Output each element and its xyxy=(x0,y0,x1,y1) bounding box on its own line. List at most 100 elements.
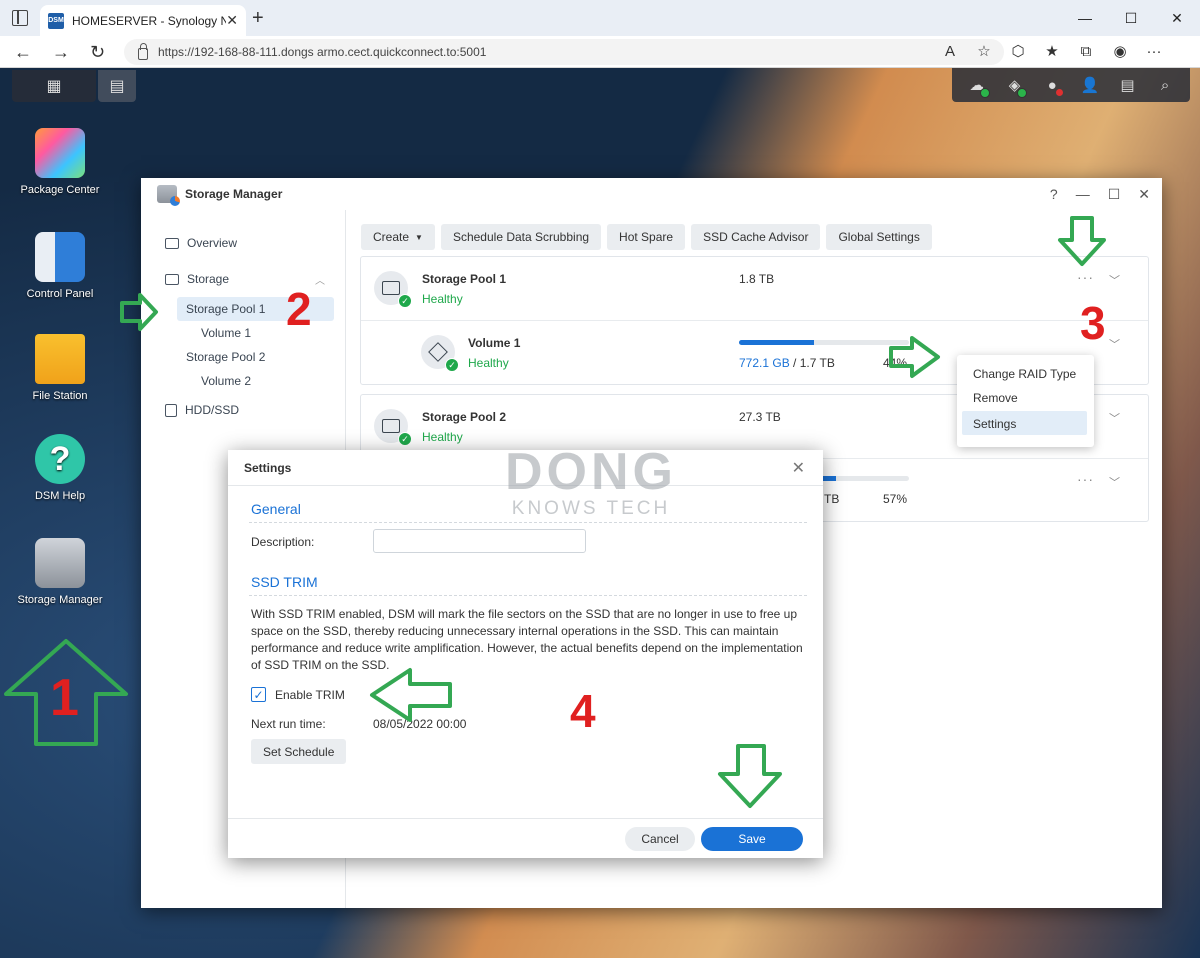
description-label: Description: xyxy=(251,535,315,549)
tab-close-icon[interactable]: ✕ xyxy=(226,12,238,29)
read-aloud-icon[interactable]: A xyxy=(940,41,960,63)
volume-status: Healthy xyxy=(468,356,509,370)
more-options-icon[interactable]: ··· xyxy=(1077,269,1094,285)
step-number-4: 4 xyxy=(570,685,596,737)
pool-status: Healthy xyxy=(422,292,463,306)
pool-name: Storage Pool 2 xyxy=(422,410,507,424)
tab-actions-icon[interactable] xyxy=(12,10,28,26)
backup-icon[interactable]: ◈ xyxy=(1003,74,1028,98)
schedule-scrubbing-button[interactable]: Schedule Data Scrubbing xyxy=(440,224,602,250)
storage-icon xyxy=(165,273,179,285)
sidebar-item-volume-1[interactable]: Volume 1 xyxy=(201,321,251,345)
forward-icon[interactable]: → xyxy=(52,42,70,62)
menu-item-change-raid-type[interactable]: Change RAID Type xyxy=(973,367,1076,381)
section-ssd-trim: SSD TRIM xyxy=(251,574,318,590)
save-button[interactable]: Save xyxy=(701,827,803,851)
window-title: Storage Manager xyxy=(185,187,283,201)
control-panel-icon xyxy=(35,232,85,282)
set-schedule-button[interactable]: Set Schedule xyxy=(251,739,347,764)
sidebar-label: Storage Pool 2 xyxy=(186,350,266,364)
global-settings-button[interactable]: Global Settings xyxy=(826,224,932,250)
chevron-down-icon[interactable]: ﹀ xyxy=(1109,336,1120,352)
extensions-icon[interactable]: ⬡ xyxy=(1008,41,1028,63)
new-tab-button[interactable]: + xyxy=(252,8,264,28)
lock-icon[interactable] xyxy=(138,43,148,60)
healthy-check-icon: ✓ xyxy=(398,432,412,446)
address-bar: ← → ↻ https://192-168-88-111.dongs ar​m​… xyxy=(0,36,1200,68)
sidebar-item-overview[interactable]: Overview xyxy=(165,231,237,255)
favorites-icon[interactable]: ★ xyxy=(1042,41,1062,63)
desktop-icon-dsm-help[interactable]: ? DSM Help xyxy=(12,434,108,502)
tab-title: HOMESERVER - Synology NAS xyxy=(72,13,227,28)
cancel-button[interactable]: Cancel xyxy=(625,827,695,851)
hdd-icon xyxy=(165,403,177,417)
ssd-cache-advisor-button[interactable]: SSD Cache Advisor xyxy=(691,224,821,250)
more-icon[interactable]: ··· xyxy=(1144,41,1164,63)
sidebar-item-hdd-ssd[interactable]: HDD/SSD xyxy=(165,398,239,422)
chevron-down-icon[interactable]: ﹀ xyxy=(1109,474,1120,490)
close-icon[interactable]: ✕ xyxy=(792,458,805,478)
package-center-icon xyxy=(35,128,85,178)
more-options-icon[interactable]: ··· xyxy=(1077,471,1094,487)
url-field[interactable]: https://192-168-88-111.dongs ar​m​o.cect… xyxy=(124,39,1004,65)
desktop-icon-label: Package Center xyxy=(20,184,100,196)
extension-circle-icon[interactable]: ◉ xyxy=(1110,41,1130,63)
step-number-1: 1 xyxy=(50,669,79,727)
favorite-star-icon[interactable]: ☆ xyxy=(974,41,994,63)
browser-tab[interactable]: DSM HOMESERVER - Synology NAS ✕ xyxy=(40,5,246,36)
enable-trim-checkbox[interactable]: ✓ xyxy=(251,687,266,702)
address-bar-actions: A ☆ ⬡ ★ ⧉ ◉ ··· xyxy=(940,41,1164,63)
storage-manager-taskbar-icon[interactable]: ▤ xyxy=(98,70,136,102)
menu-item-settings[interactable]: Settings xyxy=(973,417,1016,431)
desktop-icon-label: File Station xyxy=(32,390,88,402)
help-icon: ? xyxy=(35,434,85,484)
watermark-line1: DONG xyxy=(505,443,677,501)
storage-pool-icon: ✓ xyxy=(374,409,412,446)
widgets-icon[interactable]: ▤ xyxy=(1116,74,1138,96)
step-number-2: 2 xyxy=(286,283,312,335)
refresh-icon[interactable]: ↻ xyxy=(90,42,105,62)
system-tray: ☁ ◈ ● 👤 ▤ ⌕ xyxy=(952,68,1190,102)
maximize-button[interactable]: ☐ xyxy=(1108,0,1154,36)
pool-name: Storage Pool 1 xyxy=(422,272,507,286)
folder-icon xyxy=(35,334,85,384)
desktop-icon-label: Control Panel xyxy=(26,288,94,300)
desktop-icon-control-panel[interactable]: Control Panel xyxy=(12,232,108,300)
desktop-icon-package-center[interactable]: Package Center xyxy=(12,128,108,196)
description-input[interactable] xyxy=(373,529,586,553)
caret-down-icon: ▼ xyxy=(415,232,423,242)
close-button[interactable]: ✕ xyxy=(1138,186,1150,203)
divider xyxy=(249,522,807,523)
total-space: TB xyxy=(824,492,840,506)
total-space: / 1.7 TB xyxy=(789,356,835,370)
chevron-down-icon[interactable]: ﹀ xyxy=(1109,410,1120,426)
minimize-button[interactable]: — xyxy=(1076,186,1090,203)
menu-item-remove[interactable]: Remove xyxy=(973,391,1018,405)
collections-icon[interactable]: ⧉ xyxy=(1076,41,1096,63)
sidebar-item-storage-pool-2[interactable]: Storage Pool 2 xyxy=(186,345,265,369)
maximize-button[interactable]: ☐ xyxy=(1108,186,1121,203)
healthy-check-icon: ✓ xyxy=(398,294,412,308)
desktop-icon-file-station[interactable]: File Station xyxy=(12,334,108,402)
chevron-down-icon[interactable]: ﹀ xyxy=(1109,272,1120,288)
dsm-favicon-icon: DSM xyxy=(48,12,64,29)
cloud-sync-icon[interactable]: ☁ xyxy=(966,74,990,98)
user-icon[interactable]: 👤 xyxy=(1079,74,1101,96)
window-controls: ? — ☐ ✕ xyxy=(1050,186,1150,203)
watermark-logo: DONG KNOWS TECH xyxy=(505,446,677,520)
chevron-up-icon[interactable]: ︿ xyxy=(315,272,325,287)
main-menu-icon[interactable]: ▦ xyxy=(12,70,96,102)
help-button[interactable]: ? xyxy=(1050,186,1058,203)
desktop-icon-storage-manager[interactable]: Storage Manager xyxy=(12,538,108,606)
minimize-button[interactable]: — xyxy=(1062,0,1108,36)
desktop-icon-label: DSM Help xyxy=(34,490,86,502)
desktop-icon-label: Storage Manager xyxy=(17,594,103,606)
back-icon[interactable]: ← xyxy=(14,42,32,62)
create-button[interactable]: Create ▼ xyxy=(361,224,435,250)
sidebar-item-volume-2[interactable]: Volume 2 xyxy=(201,369,251,393)
pool-row[interactable]: ✓ Storage Pool 1 Healthy 1.8 TB ··· ﹀ xyxy=(361,257,1148,321)
hot-spare-button[interactable]: Hot Spare xyxy=(607,224,686,250)
search-icon[interactable]: ⌕ xyxy=(1154,74,1176,96)
notifications-icon[interactable]: ● xyxy=(1041,74,1064,96)
close-window-button[interactable]: ✕ xyxy=(1154,0,1200,36)
